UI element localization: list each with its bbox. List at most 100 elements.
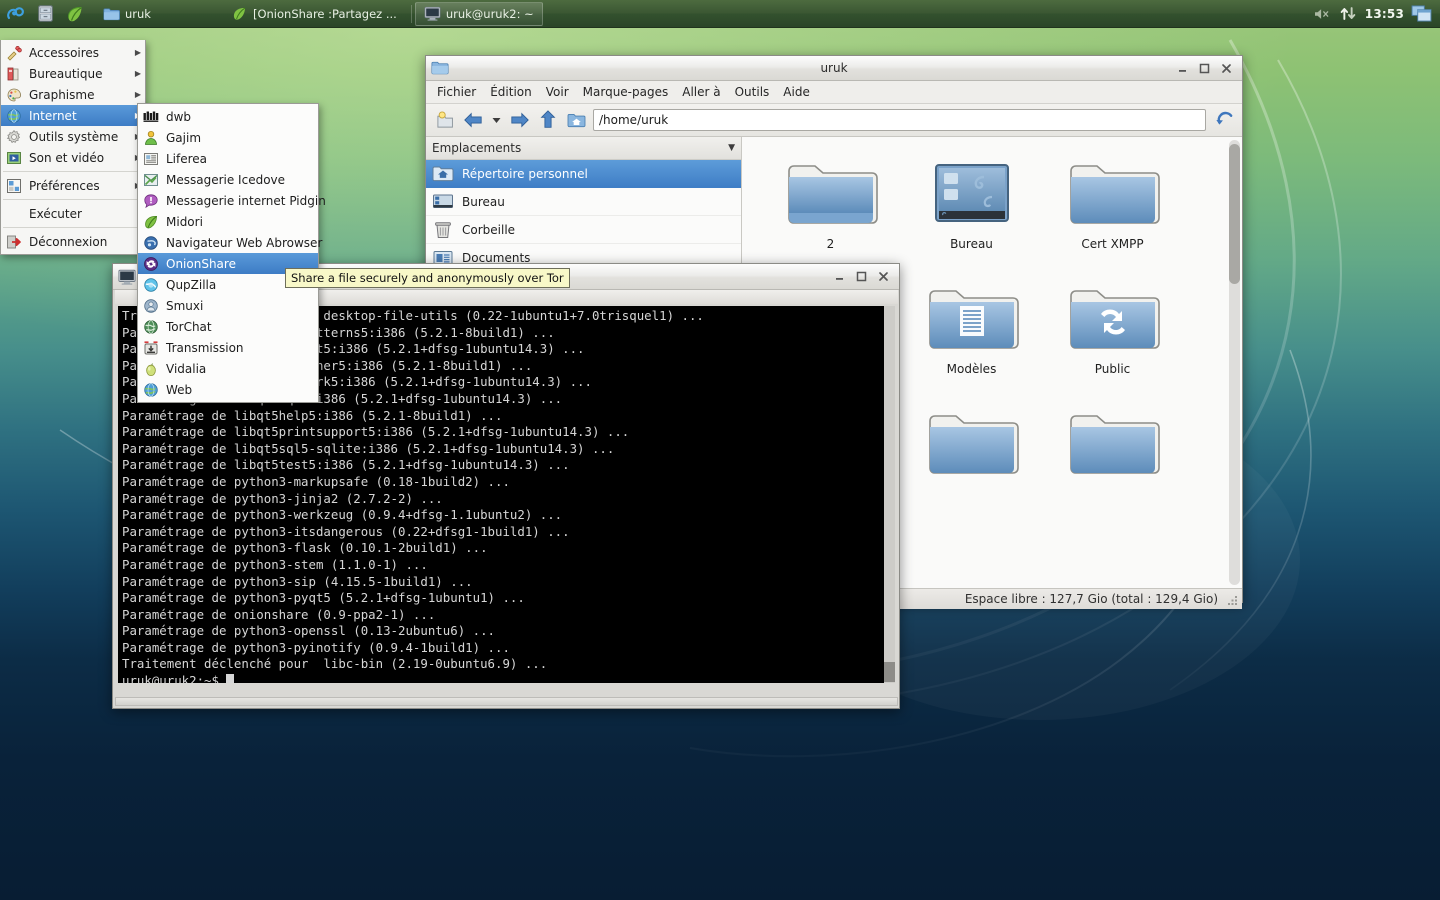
applications-menu: Accessoires ▶ Bureautique ▶ Graphisme ▶ (0, 40, 146, 255)
menu-item-outils-systeme[interactable]: Outils système ▶ (1, 126, 145, 147)
transmission-icon (142, 339, 160, 357)
reload-button[interactable] (1212, 109, 1234, 131)
tooltip-text: Share a file securely and anonymously ov… (291, 271, 564, 285)
folder-plain-icon (1065, 401, 1161, 481)
submenu-item-pidgin[interactable]: Messagerie internet Pidgin (138, 190, 326, 211)
gear-icon (5, 128, 23, 146)
submenu-item-midori[interactable]: Midori (138, 211, 318, 232)
reload-icon (1215, 111, 1232, 125)
up-icon (540, 110, 556, 128)
menu-item-graphisme[interactable]: Graphisme ▶ (1, 84, 145, 105)
submenu-arrow-icon: ▶ (134, 90, 141, 99)
chevron-down-icon[interactable]: ▼ (728, 143, 735, 153)
submenu-item-torchat[interactable]: TorChat (138, 316, 318, 337)
chevron-down-icon (492, 117, 501, 123)
history-dropdown-button[interactable] (490, 109, 503, 131)
file-item[interactable] (1042, 401, 1183, 526)
network-updown-icon[interactable] (1338, 5, 1358, 22)
menu-item-son-et-video[interactable]: Son et vidéo ▶ (1, 147, 145, 168)
menu-item-label: Préférences (29, 178, 100, 193)
submenu-item-icedove[interactable]: Messagerie Icedove (138, 169, 318, 190)
sidebar-item-home[interactable]: Répertoire personnel (426, 160, 741, 188)
submenu-item-web[interactable]: Web (138, 379, 318, 400)
file-manager-titlebar[interactable]: uruk (426, 56, 1242, 81)
menu-item-accessoires[interactable]: Accessoires ▶ (1, 42, 145, 63)
midori-icon (142, 213, 160, 231)
clock[interactable]: 13:53 (1365, 7, 1404, 21)
menu-aide[interactable]: Aide (776, 83, 817, 101)
menu-voir[interactable]: Voir (539, 83, 576, 101)
applications-menu-button[interactable] (0, 1, 30, 27)
submenu-item-label: Transmission (166, 340, 244, 355)
file-manager-menubar: Fichier Édition Voir Marque-pages Aller … (426, 81, 1242, 104)
menu-marque-pages[interactable]: Marque-pages (576, 83, 676, 101)
taskbar-window-terminal[interactable]: uruk@uruk2: ~ (414, 1, 543, 26)
file-item[interactable]: Modèles (901, 276, 1042, 401)
menu-item-internet[interactable]: Internet ▶ (1, 105, 145, 126)
menu-item-executer[interactable]: Exécuter (1, 203, 145, 224)
submenu-item-label: Vidalia (166, 361, 207, 376)
sidebar-item-bureau[interactable]: Bureau (426, 188, 741, 216)
folder-plain-icon (1065, 151, 1161, 231)
midori-launcher[interactable] (60, 1, 90, 27)
file-item[interactable]: Bureau (901, 151, 1042, 276)
file-item[interactable]: 2 (760, 151, 901, 276)
submenu-item-abrowser[interactable]: Navigateur Web Abrowser (138, 232, 322, 253)
sidebar-item-corbeille[interactable]: Corbeille (426, 216, 741, 244)
forward-button[interactable] (509, 109, 531, 131)
file-manager-launcher[interactable] (30, 1, 60, 27)
forward-icon (511, 112, 529, 128)
menu-item-preferences[interactable]: Préférences ▶ (1, 175, 145, 196)
menu-item-deconnexion[interactable]: Déconnexion (1, 231, 145, 252)
file-label: 2 (826, 237, 835, 251)
home-folder-icon (567, 113, 585, 127)
open-new-icon (436, 110, 453, 128)
file-item[interactable]: Public (1042, 276, 1183, 401)
sidebar-label: Répertoire personnel (462, 166, 588, 181)
menu-item-bureautique[interactable]: Bureautique ▶ (1, 63, 145, 84)
file-item[interactable]: Cert XMPP (1042, 151, 1183, 276)
menu-item-label: Graphisme (29, 87, 95, 102)
terminal-scrollbar-thumb[interactable] (884, 662, 895, 682)
submenu-item-gajim[interactable]: Gajim (138, 127, 318, 148)
places-header[interactable]: Emplacements ▼ (426, 137, 741, 160)
submenu-item-smuxi[interactable]: Smuxi (138, 295, 318, 316)
taskbar-window-onionshare[interactable]: [OnionShare :Partagez ... (222, 2, 406, 26)
desktop-folder-button[interactable]: uruk (94, 2, 160, 26)
menu-item-label: Son et vidéo (29, 150, 105, 165)
menu-item-label: Accessoires (29, 45, 100, 60)
submenu-item-label: TorChat (166, 319, 212, 334)
maximize-button[interactable] (1198, 62, 1211, 75)
close-button[interactable] (1220, 62, 1233, 75)
submenu-item-label: Messagerie Icedove (166, 172, 286, 187)
minimize-button[interactable] (1176, 62, 1189, 75)
folder-plain-icon (783, 151, 879, 231)
maximize-button[interactable] (855, 270, 868, 283)
graphics-icon (5, 86, 23, 104)
submenu-item-label: Midori (166, 214, 203, 229)
workspace-switcher-icon[interactable] (1411, 5, 1432, 22)
submenu-arrow-icon: ▶ (134, 69, 141, 78)
menu-aller-a[interactable]: Aller à (675, 83, 727, 101)
submenu-item-vidalia[interactable]: Vidalia (138, 358, 318, 379)
file-list-scrollbar[interactable] (1229, 140, 1240, 585)
minimize-button[interactable] (833, 270, 846, 283)
back-button[interactable] (462, 109, 484, 131)
scrollbar-thumb[interactable] (1229, 144, 1240, 284)
path-input[interactable]: /home/uruk (593, 109, 1206, 131)
submenu-item-transmission[interactable]: Transmission (138, 337, 318, 358)
close-button[interactable] (877, 270, 890, 283)
terminal-scrollbar-trough[interactable] (884, 306, 895, 683)
open-new-window-button[interactable] (434, 109, 456, 131)
speaker-muted-icon[interactable] (1313, 7, 1331, 21)
menu-outils[interactable]: Outils (728, 83, 777, 101)
file-item[interactable] (901, 401, 1042, 526)
submenu-item-liferea[interactable]: Liferea (138, 148, 318, 169)
folder-public-icon (1065, 276, 1161, 356)
submenu-item-dwb[interactable]: dwb (138, 106, 318, 127)
up-button[interactable] (537, 109, 559, 131)
resize-grip-icon[interactable] (1226, 594, 1239, 607)
menu-edition[interactable]: Édition (483, 83, 539, 101)
home-button[interactable] (565, 109, 587, 131)
menu-fichier[interactable]: Fichier (430, 83, 483, 101)
